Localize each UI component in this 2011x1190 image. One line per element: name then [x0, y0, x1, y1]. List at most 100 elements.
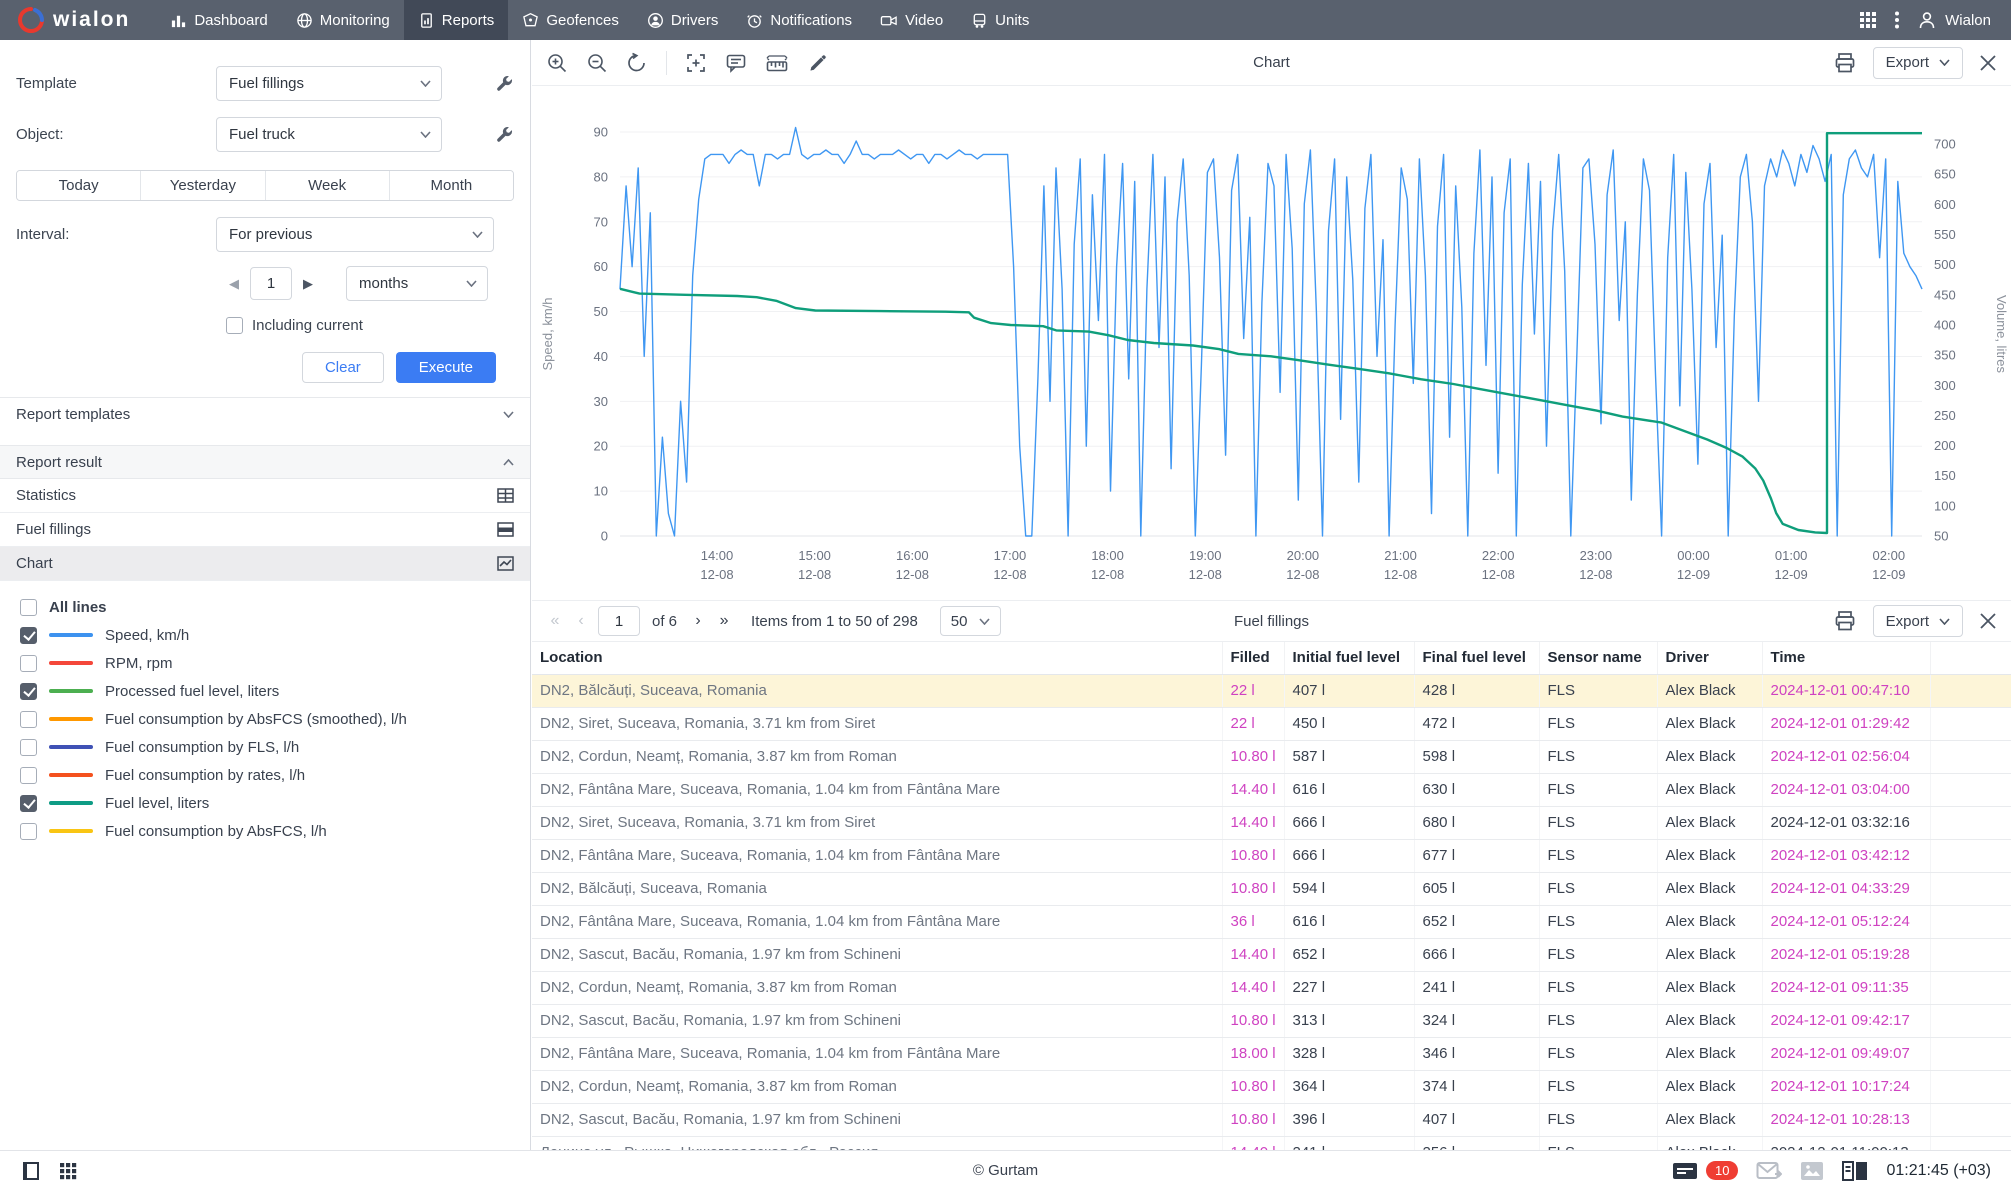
- quick-range-week[interactable]: Week: [264, 171, 389, 200]
- messages-icon[interactable]: [1672, 1160, 1698, 1182]
- col-header-final-fuel-level[interactable]: Final fuel level: [1414, 642, 1540, 675]
- table-export-button[interactable]: Export: [1872, 605, 1963, 637]
- pencil-icon[interactable]: [807, 52, 829, 74]
- interval-count-input[interactable]: [250, 267, 292, 300]
- legend-row-fuel-consumption-by-absfcs-l-h[interactable]: Fuel consumption by AbsFCS, l/h: [20, 817, 530, 845]
- print-chart-icon[interactable]: [1833, 51, 1857, 75]
- table-row[interactable]: DN2, Fântâna Mare, Suceava, Romania, 1.0…: [532, 1037, 2011, 1071]
- table-row[interactable]: DN2, Fântâna Mare, Suceava, Romania, 1.0…: [532, 905, 2011, 939]
- bottom-apps-grid-icon[interactable]: [58, 1161, 78, 1181]
- legend-row-fuel-consumption-by-fls-l-h[interactable]: Fuel consumption by FLS, l/h: [20, 733, 530, 761]
- legend-checkbox[interactable]: [20, 654, 37, 672]
- legend-row-speed-km-h[interactable]: Speed, km/h: [20, 621, 530, 649]
- table-row[interactable]: DN2, Fântâna Mare, Suceava, Romania, 1.0…: [532, 839, 2011, 873]
- col-header-filled[interactable]: Filled: [1222, 642, 1285, 675]
- quick-range-today[interactable]: Today: [17, 171, 141, 200]
- prev-page-icon[interactable]: ‹: [572, 612, 590, 630]
- nav-item-units[interactable]: Units: [957, 0, 1043, 40]
- legend-checkbox[interactable]: [20, 794, 37, 812]
- nav-item-monitoring[interactable]: Monitoring: [282, 0, 404, 40]
- interval-unit-select[interactable]: months: [346, 266, 488, 301]
- next-page-icon[interactable]: ›: [689, 612, 707, 630]
- zoom-in-icon[interactable]: [546, 52, 568, 74]
- nav-item-geofences[interactable]: Geofences: [508, 0, 633, 40]
- table-row[interactable]: DN2, Cordun, Neamț, Romania, 3.87 km fro…: [532, 971, 2011, 1005]
- legend-checkbox[interactable]: [20, 598, 37, 616]
- last-page-icon[interactable]: »: [715, 612, 733, 630]
- nav-item-drivers[interactable]: Drivers: [633, 0, 733, 40]
- table-row[interactable]: DN2, Fântâna Mare, Suceava, Romania, 1.0…: [532, 773, 2011, 807]
- close-chart-icon[interactable]: [1979, 54, 1997, 72]
- table-row[interactable]: DN2, Sascut, Bacău, Romania, 1.97 km fro…: [532, 938, 2011, 972]
- nav-item-video[interactable]: Video: [866, 0, 957, 40]
- nav-item-dashboard[interactable]: Dashboard: [156, 0, 281, 40]
- page-number-input[interactable]: [598, 606, 640, 636]
- table-row[interactable]: DN2, Siret, Suceava, Romania, 3.71 km fr…: [532, 806, 2011, 840]
- legend-row-rpm-rpm[interactable]: RPM, rpm: [20, 649, 530, 677]
- nav-item-reports[interactable]: Reports: [403, 0, 509, 40]
- wialon-logo[interactable]: wialon: [0, 0, 156, 40]
- clear-button[interactable]: Clear: [301, 352, 384, 383]
- col-header-sensor-name[interactable]: Sensor name: [1539, 642, 1658, 675]
- result-item-fuel-fillings[interactable]: Fuel fillings: [0, 513, 530, 547]
- legend-row-fuel-consumption-by-absfcs-smoothed-l-h[interactable]: Fuel consumption by AbsFCS (smoothed), l…: [20, 705, 530, 733]
- user-menu[interactable]: Wialon: [1917, 10, 1991, 30]
- page-size-select[interactable]: 50: [939, 606, 1002, 636]
- table-row[interactable]: DN2, Cordun, Neamț, Romania, 3.87 km fro…: [532, 1070, 2011, 1104]
- legend-row-processed-fuel-level-liters[interactable]: Processed fuel level, liters: [20, 677, 530, 705]
- result-item-chart[interactable]: Chart: [0, 547, 530, 581]
- result-item-statistics[interactable]: Statistics: [0, 479, 530, 513]
- legend-checkbox[interactable]: [20, 822, 37, 840]
- interval-increment-arrow[interactable]: ▶: [300, 276, 316, 292]
- zoom-out-icon[interactable]: [586, 52, 608, 74]
- section-report-result[interactable]: Report result: [0, 445, 530, 479]
- print-table-icon[interactable]: [1833, 609, 1857, 633]
- interval-decrement-arrow[interactable]: ◀: [226, 276, 242, 292]
- table-row[interactable]: DN2, Siret, Suceava, Romania, 3.71 km fr…: [532, 707, 2011, 741]
- legend-checkbox[interactable]: [20, 766, 37, 784]
- area-select-icon[interactable]: [685, 52, 707, 74]
- legend-row-fuel-consumption-by-rates-l-h[interactable]: Fuel consumption by rates, l/h: [20, 761, 530, 789]
- close-table-icon[interactable]: [1979, 612, 1997, 630]
- split-panel-icon[interactable]: [1842, 1160, 1868, 1181]
- media-icon[interactable]: [1800, 1161, 1824, 1181]
- table-row[interactable]: DN2, Bălcăuți, Suceava, Romania 22 l 407 l…: [532, 674, 2011, 708]
- table-row[interactable]: DN2, Cordun, Neamț, Romania, 3.87 km fro…: [532, 740, 2011, 774]
- object-select[interactable]: Fuel truck: [216, 117, 442, 152]
- quick-range-yesterday[interactable]: Yesterday: [140, 171, 265, 200]
- interval-select[interactable]: For previous: [216, 217, 494, 252]
- ruler-icon[interactable]: [765, 52, 789, 74]
- table-row[interactable]: Ленина ул., Рышка, Нижегородская обл., Р…: [532, 1136, 2011, 1150]
- legend-checkbox[interactable]: [20, 626, 37, 644]
- kebab-menu-icon[interactable]: [1895, 11, 1900, 29]
- chart-area[interactable]: 0 10 20 30 40 50 60 70 80 90 50 100 150 200 250 300 350 4…: [532, 86, 2011, 600]
- including-current-checkbox[interactable]: [226, 317, 243, 334]
- table-row[interactable]: DN2, Sascut, Bacău, Romania, 1.97 km fro…: [532, 1103, 2011, 1137]
- template-select[interactable]: Fuel fillings: [216, 66, 442, 101]
- section-report-templates[interactable]: Report templates: [0, 397, 530, 431]
- quick-range-month[interactable]: Month: [388, 171, 513, 200]
- mail-icon[interactable]: [1756, 1161, 1783, 1181]
- table-row[interactable]: DN2, Bălcăuți, Suceava, Romania 10.80 l 59…: [532, 872, 2011, 906]
- col-header-initial-fuel-level[interactable]: Initial fuel level: [1284, 642, 1415, 675]
- legend-checkbox[interactable]: [20, 738, 37, 756]
- legend-checkbox[interactable]: [20, 710, 37, 728]
- object-value: Fuel truck: [229, 126, 295, 143]
- col-header-driver[interactable]: Driver: [1657, 642, 1763, 675]
- table-row[interactable]: DN2, Sascut, Bacău, Romania, 1.97 km fro…: [532, 1004, 2011, 1038]
- object-settings-wrench-icon[interactable]: [495, 125, 514, 144]
- legend-checkbox[interactable]: [20, 682, 37, 700]
- col-header-location[interactable]: Location: [532, 642, 1223, 675]
- nav-item-notifications[interactable]: Notifications: [732, 0, 866, 40]
- tooltip-icon[interactable]: [725, 52, 747, 74]
- apps-grid-icon[interactable]: [1859, 11, 1877, 29]
- toggle-sidebar-icon[interactable]: [20, 1160, 42, 1182]
- legend-row-all-lines[interactable]: All lines: [20, 593, 530, 621]
- col-header-time[interactable]: Time: [1762, 642, 1931, 675]
- template-settings-wrench-icon[interactable]: [495, 74, 514, 93]
- reset-zoom-icon[interactable]: [626, 52, 648, 74]
- chart-export-button[interactable]: Export: [1872, 46, 1963, 79]
- execute-button[interactable]: Execute: [395, 352, 496, 383]
- first-page-icon[interactable]: «: [546, 612, 564, 630]
- legend-row-fuel-level-liters[interactable]: Fuel level, liters: [20, 789, 530, 817]
